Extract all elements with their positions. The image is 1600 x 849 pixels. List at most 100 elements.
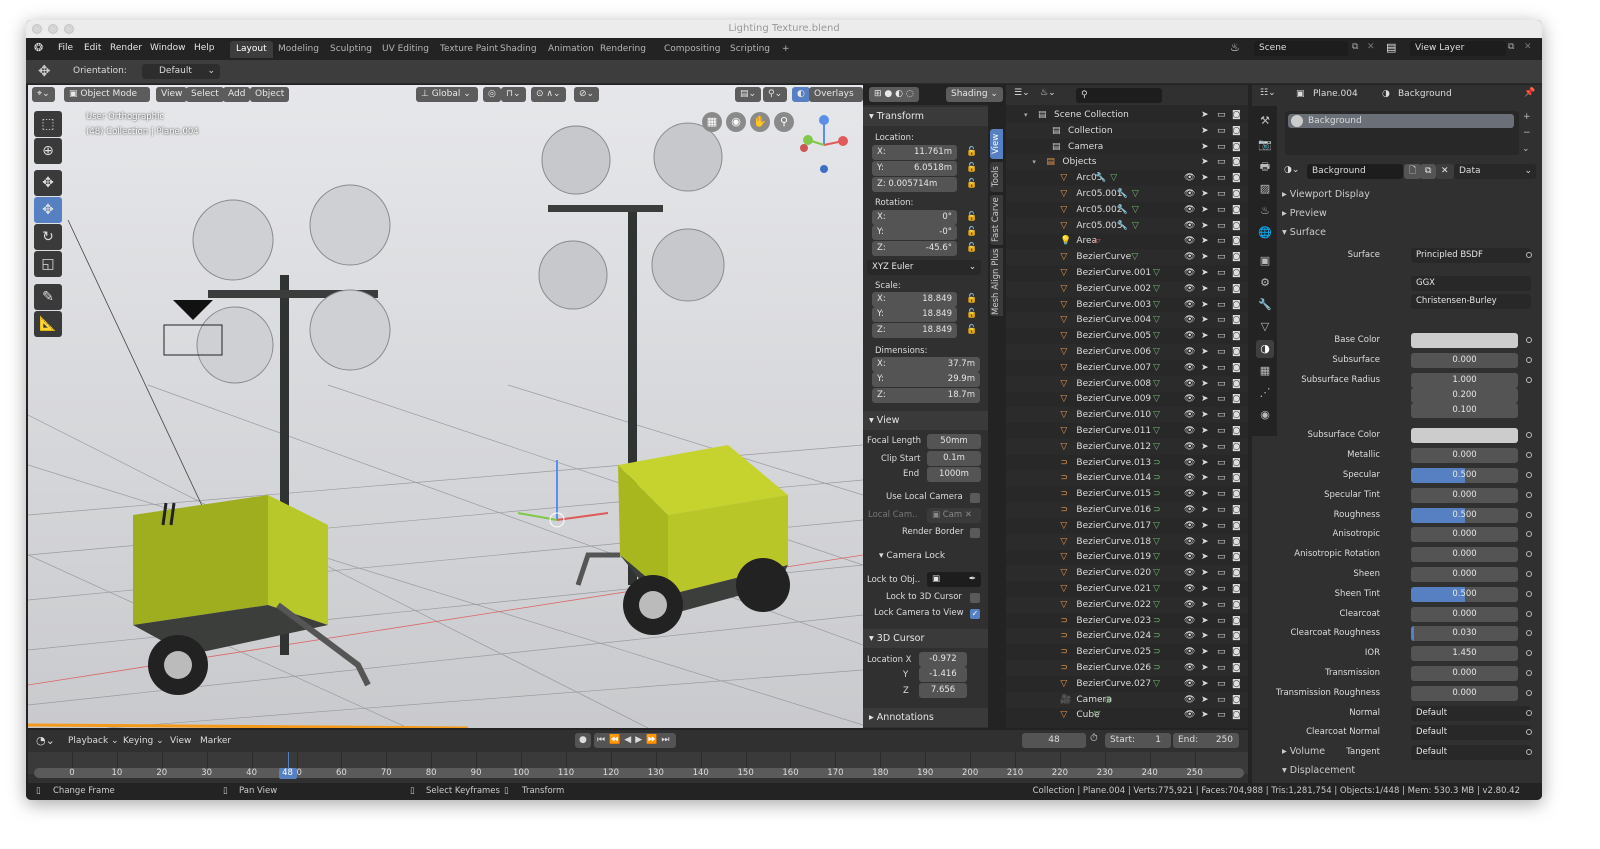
lock-icon[interactable]: 🔓 [966, 294, 977, 304]
selectable-arrow-icon[interactable]: ➤ [1201, 123, 1209, 139]
mesh-data-icon[interactable]: ▽ [1153, 568, 1160, 578]
sheen-tint-slider[interactable]: 0.500 [1411, 586, 1518, 602]
overlays-dropdown[interactable]: Overlays ⌄ [809, 87, 863, 114]
zoom-window-button[interactable] [64, 24, 74, 34]
menu-edit[interactable]: Edit [84, 43, 101, 53]
gizmo-icon[interactable]: ⚲⌄ [763, 87, 788, 102]
annotate-tool[interactable]: ✎ [34, 284, 62, 310]
socket-dot[interactable] [1526, 472, 1532, 478]
selectable-arrow-icon[interactable]: ➤ [1201, 265, 1209, 281]
outliner-object-item[interactable]: ▽ BezierCurve.004 ▽ 👁 ➤ ▭ ◙ [1006, 312, 1248, 329]
mesh-data-icon[interactable]: ▽ [1153, 426, 1160, 436]
eye-icon[interactable]: 👁 [1184, 597, 1195, 613]
eye-icon[interactable]: 👁 [1184, 581, 1195, 597]
slot-specials-button[interactable]: ⌄ [1522, 144, 1530, 154]
selectable-arrow-icon[interactable]: ➤ [1201, 107, 1209, 123]
viewport-display-section[interactable]: ▸ Viewport Display [1282, 189, 1370, 200]
light-data-icon[interactable]: ▱ [1094, 236, 1101, 246]
rotation-mode-dropdown[interactable]: XYZ Euler ⌄ [867, 260, 981, 275]
eye-icon[interactable]: 👁 [1184, 628, 1195, 644]
render-camera-icon[interactable]: ◙ [1232, 455, 1241, 471]
viewport-visibility-icon[interactable]: ▭ [1217, 139, 1226, 155]
outliner-object-item[interactable]: ⊃ BezierCurve.026 ⊃ 👁 ➤ ▭ ◙ [1006, 660, 1248, 676]
new-scene-icon[interactable]: ⧉ [1352, 42, 1358, 52]
menu-help[interactable]: Help [194, 43, 215, 53]
tab-animation[interactable]: Animation [542, 41, 600, 58]
outliner-object-item[interactable]: ▽ BezierCurve.005 ▽ 👁 ➤ ▭ ◙ [1006, 328, 1248, 344]
render-camera-icon[interactable]: ◙ [1232, 154, 1241, 170]
viewport-visibility-icon[interactable]: ▭ [1217, 549, 1226, 565]
render-camera-icon[interactable]: ◙ [1232, 707, 1241, 723]
rotation-x-field[interactable]: X: 0° [872, 210, 957, 225]
viewport-visibility-icon[interactable]: ▭ [1217, 581, 1226, 597]
eye-icon[interactable]: 👁 [1184, 218, 1195, 234]
disclosure-triangle-icon[interactable]: ▾ [1032, 154, 1036, 170]
eye-icon[interactable]: 👁 [1184, 455, 1195, 471]
eye-icon[interactable]: 👁 [1184, 660, 1195, 676]
viewport-visibility-icon[interactable]: ▭ [1217, 644, 1226, 660]
minimize-window-button[interactable] [48, 24, 58, 34]
transform-orientation-dropdown[interactable]: ⊥ Global ⌄ [416, 87, 478, 102]
outliner-object-item[interactable]: ▽ BezierCurve.027 ▽ 👁 ➤ ▭ ◙ [1006, 676, 1248, 692]
eye-icon[interactable]: 👁 [1184, 518, 1195, 534]
selectable-arrow-icon[interactable]: ➤ [1201, 470, 1209, 486]
lock-to-3d-cursor-checkbox[interactable] [970, 593, 980, 603]
render-camera-icon[interactable]: ◙ [1232, 297, 1241, 313]
selectable-arrow-icon[interactable]: ➤ [1201, 565, 1209, 581]
viewport-visibility-icon[interactable]: ▭ [1217, 249, 1226, 265]
selectable-arrow-icon[interactable]: ➤ [1201, 154, 1209, 170]
socket-dot[interactable] [1526, 610, 1532, 617]
outliner-object-item[interactable]: ▽ BezierCurve.006 ▽ 👁 ➤ ▭ ◙ [1006, 344, 1248, 360]
render-camera-icon[interactable]: ◙ [1232, 312, 1241, 328]
scale-y-field[interactable]: Y: 18.849 [872, 307, 957, 322]
outliner-object-item[interactable]: ▽ BezierCurve.012 ▽ 👁 ➤ ▭ ◙ [1006, 438, 1248, 455]
selectable-arrow-icon[interactable]: ➤ [1201, 628, 1209, 644]
viewport-visibility-icon[interactable]: ▭ [1217, 613, 1226, 629]
distribution-dropdown[interactable]: GGX [1411, 276, 1531, 291]
eye-icon[interactable]: 👁 [1184, 470, 1195, 486]
pin-icon[interactable]: 📌 [1524, 88, 1535, 98]
mesh-data-icon[interactable]: ▽ [1110, 173, 1117, 183]
viewport-visibility-icon[interactable]: ▭ [1217, 265, 1226, 281]
wrench-icon[interactable]: 🔧 [1117, 189, 1128, 199]
outliner-object-item[interactable]: ▽ BezierCurve.010 ▽ 👁 ➤ ▭ ◙ [1006, 407, 1248, 424]
outliner-object-item[interactable]: ⊃ BezierCurve.025 ⊃ 👁 ➤ ▭ ◙ [1006, 644, 1248, 660]
tab-rendering[interactable]: Rendering [594, 41, 652, 58]
lock-icon[interactable]: 🔓 [966, 227, 977, 237]
socket-dot[interactable] [1526, 749, 1532, 756]
add-slot-button[interactable]: + [1523, 112, 1531, 122]
scale-x-field[interactable]: X: 18.849 [872, 292, 957, 307]
normal-dropdown[interactable]: Default [1411, 705, 1531, 721]
outliner-object-item[interactable]: ▽ BezierCurve ▽ 👁 ➤ ▭ ◙ [1006, 249, 1248, 266]
viewport-visibility-icon[interactable]: ▭ [1217, 455, 1226, 471]
scale-z-field[interactable]: Z: 18.849 [872, 323, 957, 338]
selectable-arrow-icon[interactable]: ➤ [1201, 376, 1209, 392]
pivot-icon[interactable]: ◎ [483, 87, 501, 102]
location-z-field[interactable]: Z: 0.005714m [872, 177, 957, 192]
scene-collection-item[interactable]: ▾ ▤ Scene Collection ➤ ▭ ◙ [1006, 107, 1248, 123]
selectable-arrow-icon[interactable]: ➤ [1201, 344, 1209, 360]
marker-menu[interactable]: Marker [200, 736, 231, 746]
selectable-arrow-icon[interactable]: ➤ [1201, 249, 1209, 265]
current-frame-field[interactable]: 48 [1022, 733, 1086, 748]
selectable-arrow-icon[interactable]: ➤ [1201, 676, 1209, 692]
overlays-toggle-icon[interactable]: ◐ [792, 87, 810, 102]
render-camera-icon[interactable]: ◙ [1232, 581, 1241, 597]
selectable-arrow-icon[interactable]: ➤ [1201, 581, 1209, 597]
outliner-object-item[interactable]: ⊃ BezierCurve.013 ⊃ 👁 ➤ ▭ ◙ [1006, 455, 1248, 471]
viewport-visibility-icon[interactable]: ▭ [1217, 281, 1226, 297]
render-camera-icon[interactable]: ◙ [1232, 170, 1241, 186]
eye-icon[interactable]: 👁 [1184, 502, 1195, 518]
socket-dot[interactable] [1526, 650, 1532, 657]
render-camera-icon[interactable]: ◙ [1232, 249, 1241, 265]
eye-icon[interactable]: 👁 [1184, 233, 1195, 249]
viewport-visibility-icon[interactable]: ▭ [1217, 660, 1226, 676]
particles-tab-icon[interactable]: ⋰ [1256, 384, 1274, 402]
socket-dot[interactable] [1526, 511, 1532, 518]
transmission-slider[interactable]: 0.000 [1411, 666, 1518, 681]
cursor-y-field[interactable]: -1.416 [919, 667, 967, 682]
shading-dropdown[interactable]: Shading ⌄ [946, 87, 1003, 102]
mesh-data-icon[interactable]: ▽ [1153, 268, 1160, 278]
dimension-z-field[interactable]: Z: 18.7m [872, 388, 980, 403]
render-camera-icon[interactable]: ◙ [1232, 470, 1241, 486]
